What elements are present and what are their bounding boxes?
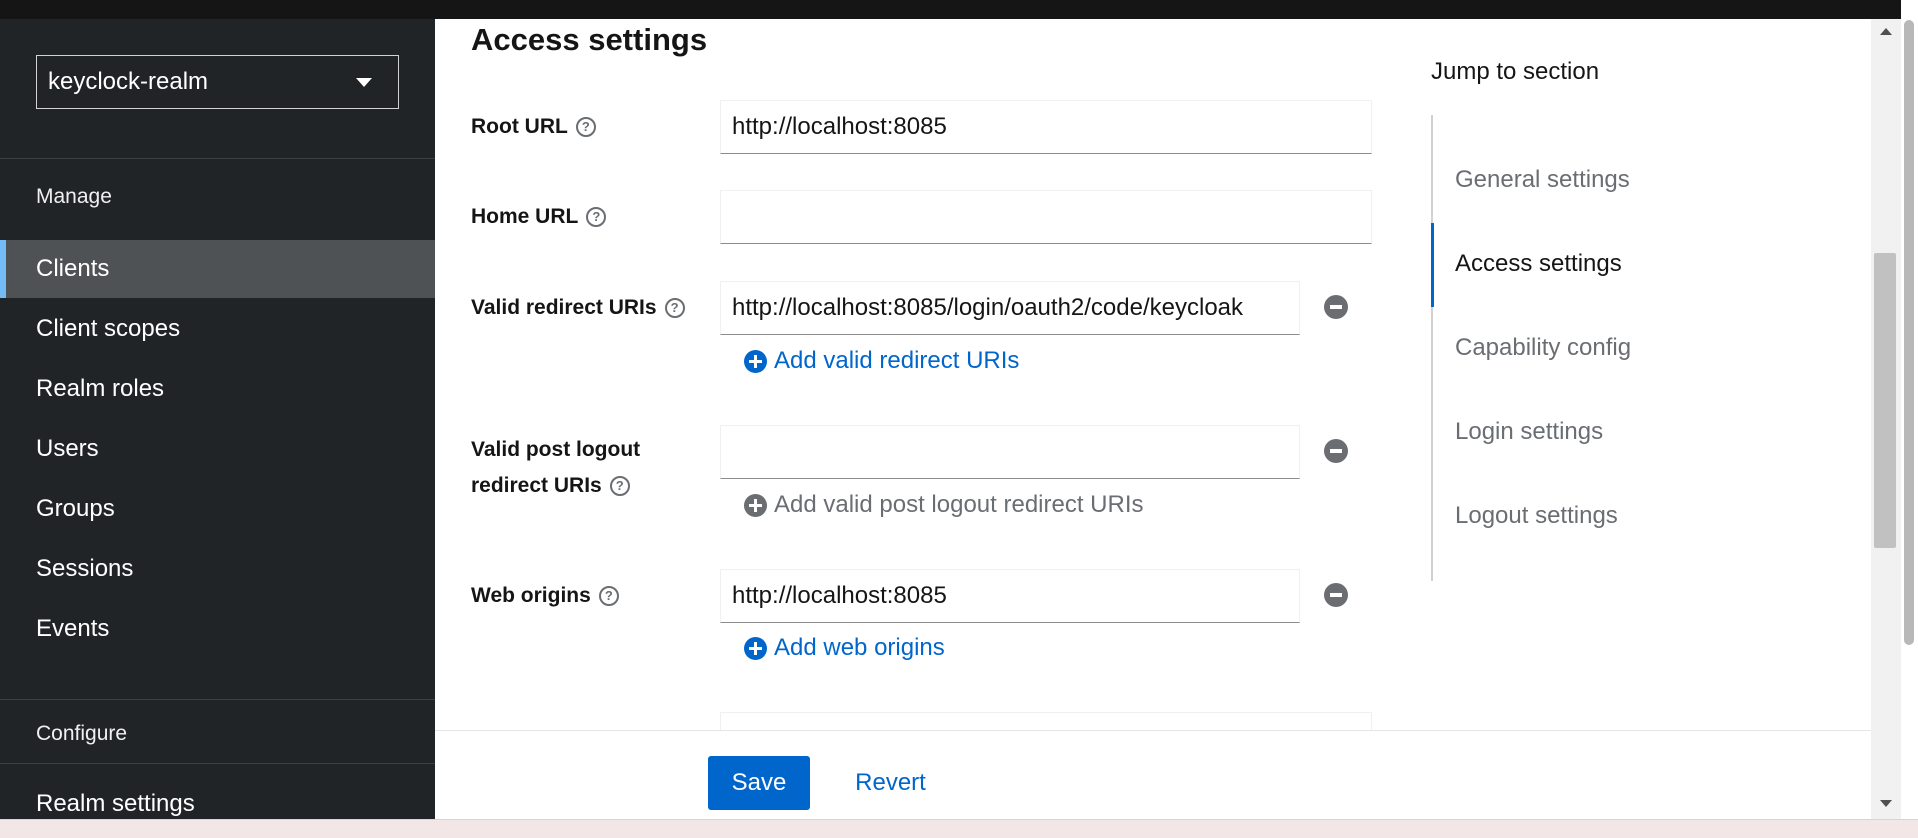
root-url-label: Root URL? [471, 109, 596, 145]
jump-link-logout-settings[interactable]: Logout settings [1455, 502, 1618, 530]
main-content: Access settings Root URL? Home URL? Vali… [435, 19, 1871, 730]
plus-circle-icon [744, 636, 767, 660]
sidebar-item-label: Events [36, 615, 110, 642]
web-origins-label: Web origins? [471, 578, 619, 614]
valid-redirect-uri-input[interactable] [720, 281, 1300, 335]
scroll-up-icon[interactable] [1880, 28, 1892, 35]
revert-button[interactable]: Revert [839, 756, 942, 810]
sidebar-divider [0, 763, 435, 764]
jump-link-access-settings[interactable]: Access settings [1455, 250, 1622, 278]
remove-redirect-uri-icon[interactable] [1324, 295, 1348, 319]
home-url-input[interactable] [720, 190, 1372, 244]
valid-redirect-uris-label: Valid redirect URIs? [471, 290, 685, 326]
top-bar [0, 0, 1918, 19]
sidebar-item-realm-roles[interactable]: Realm roles [0, 360, 435, 418]
jump-link-general-settings[interactable]: General settings [1455, 166, 1630, 194]
help-icon[interactable]: ? [664, 298, 685, 319]
sidebar-item-sessions[interactable]: Sessions [0, 540, 435, 598]
manage-heading: Manage [36, 185, 112, 208]
sidebar-item-label: Realm settings [36, 790, 195, 817]
field-label: redirect URIs [471, 474, 602, 497]
sidebar-item-users[interactable]: Users [0, 420, 435, 478]
main-scrollbar[interactable] [1871, 19, 1901, 819]
sidebar-item-label: Sessions [36, 555, 134, 582]
sidebar-item-label: Clients [36, 255, 110, 282]
jump-to-section-title: Jump to section [1431, 58, 1600, 85]
sidebar-item-label: Realm roles [36, 375, 165, 402]
add-link-label: Add web origins [774, 634, 945, 661]
valid-post-logout-label: Valid post logout [471, 432, 640, 468]
field-label: Web origins [471, 584, 591, 607]
caret-down-icon [356, 78, 372, 87]
sidebar-item-client-scopes[interactable]: Client scopes [0, 300, 435, 358]
window-scroll-thumb[interactable] [1904, 20, 1914, 645]
add-redirect-uri-button[interactable]: Add valid redirect URIs [744, 347, 1019, 375]
add-link-label: Add valid post logout redirect URIs [774, 491, 1144, 518]
jump-link-login-settings[interactable]: Login settings [1455, 418, 1603, 446]
add-post-logout-uri-button[interactable]: Add valid post logout redirect URIs [744, 491, 1144, 519]
save-button[interactable]: Save [708, 756, 810, 810]
plus-circle-icon [744, 349, 767, 373]
add-web-origin-button[interactable]: Add web origins [744, 634, 945, 662]
sidebar: keyclock-realm Manage Clients Client sco… [0, 19, 435, 819]
add-link-label: Add valid redirect URIs [774, 347, 1020, 374]
web-origin-input[interactable] [720, 569, 1300, 623]
jump-active-indicator [1431, 223, 1434, 307]
scroll-down-icon[interactable] [1880, 800, 1892, 807]
jump-track [1431, 115, 1433, 581]
field-label: Root URL [471, 115, 568, 138]
configure-heading: Configure [36, 722, 128, 745]
sidebar-item-label: Groups [36, 495, 115, 522]
form-actions: Save Revert [435, 730, 1871, 819]
plus-circle-icon [744, 493, 767, 517]
taskbar [0, 819, 1918, 838]
remove-web-origin-icon[interactable] [1324, 583, 1348, 607]
field-label: Valid post logout [471, 438, 641, 461]
help-icon[interactable]: ? [598, 586, 619, 607]
post-logout-uri-input[interactable] [720, 425, 1300, 479]
home-url-label: Home URL? [471, 199, 607, 235]
realm-name: keyclock-realm [48, 68, 209, 95]
remove-post-logout-uri-icon[interactable] [1324, 439, 1348, 463]
field-label: Valid redirect URIs [471, 296, 657, 319]
help-icon[interactable]: ? [575, 117, 596, 138]
scroll-thumb[interactable] [1874, 253, 1896, 548]
field-label: Home URL [471, 205, 579, 228]
sidebar-item-label: Users [36, 435, 99, 462]
sidebar-divider [0, 158, 435, 159]
jump-link-capability-config[interactable]: Capability config [1455, 334, 1631, 362]
valid-post-logout-label-line2: redirect URIs? [471, 468, 630, 504]
sidebar-item-clients[interactable]: Clients [0, 240, 435, 298]
window-scrollbar[interactable] [1901, 0, 1918, 838]
realm-selector[interactable]: keyclock-realm [36, 55, 399, 109]
help-icon[interactable]: ? [609, 476, 630, 497]
sidebar-divider [0, 699, 435, 700]
root-url-input[interactable] [720, 100, 1372, 154]
sidebar-item-events[interactable]: Events [0, 600, 435, 658]
sidebar-item-label: Client scopes [36, 315, 181, 342]
sidebar-item-groups[interactable]: Groups [0, 480, 435, 538]
section-title: Access settings [471, 22, 708, 57]
next-field-input[interactable] [720, 712, 1372, 730]
help-icon[interactable]: ? [586, 207, 607, 228]
